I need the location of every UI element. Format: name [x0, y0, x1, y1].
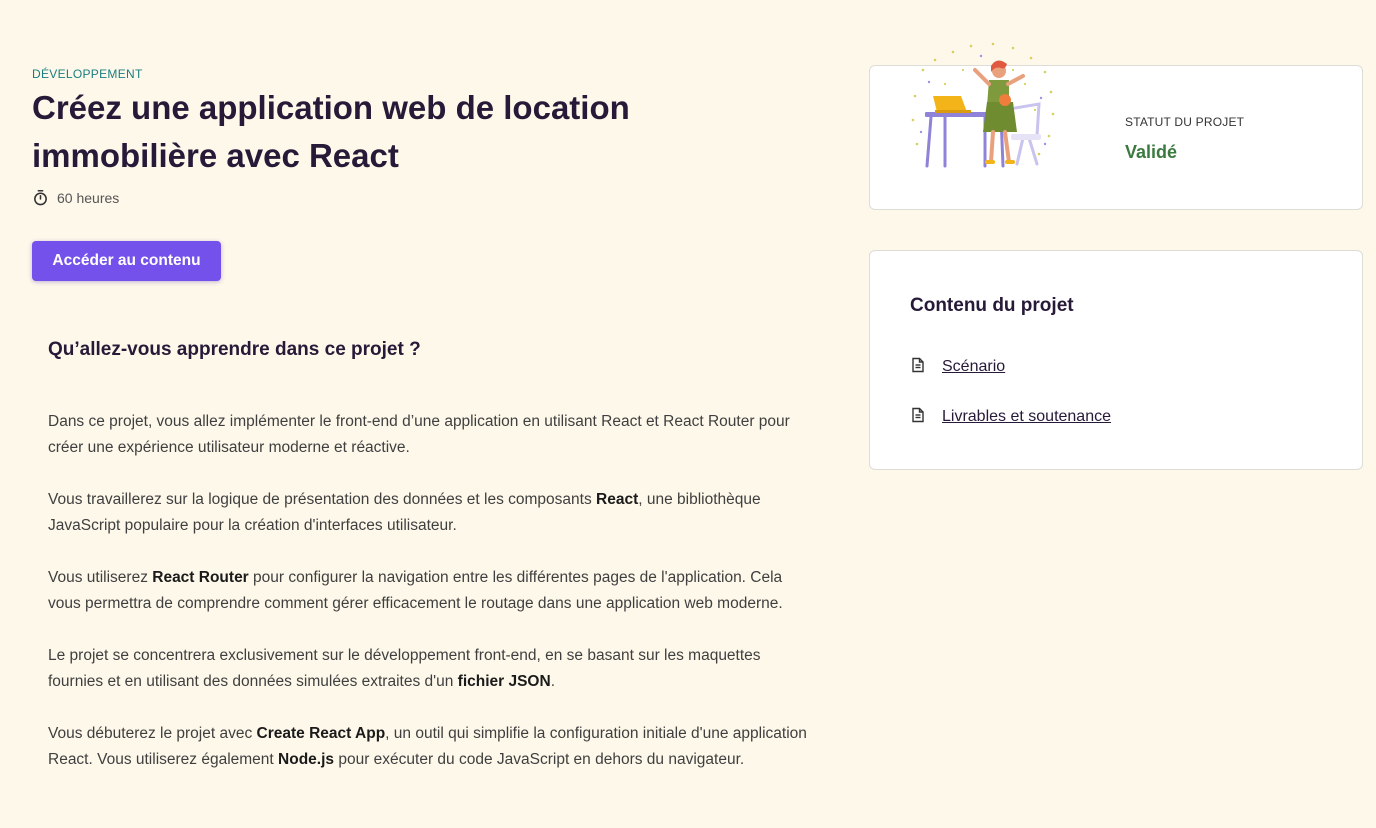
- paragraph-text: Le projet se concentrera exclusivement s…: [48, 647, 761, 690]
- status-value: Validé: [1125, 142, 1178, 162]
- learn-heading: Qu’allez-vous apprendre dans ce projet ?: [48, 339, 421, 360]
- project-content-heading: Contenu du projet: [910, 295, 1074, 316]
- stopwatch-icon: [32, 189, 49, 206]
- description-paragraph: Vous utiliserez React Router pour config…: [48, 565, 808, 617]
- project-content-list: Scénario Livrables et soutenance: [910, 354, 1111, 454]
- paragraph-text: Vous débuterez le projet avec: [48, 725, 257, 742]
- paragraph-text: Vous utiliserez: [48, 569, 153, 586]
- paragraph-text: pour exécuter du code JavaScript en deho…: [334, 751, 745, 768]
- description-paragraph: Vous débuterez le projet avec Create Rea…: [48, 721, 808, 773]
- description-paragraph: Le projet se concentrera exclusivement s…: [48, 643, 808, 695]
- validated-illustration: [911, 42, 1055, 168]
- project-category: DÉVELOPPEMENT: [32, 67, 143, 81]
- emphasized-term: fichier JSON: [457, 673, 551, 690]
- duration-label: 60 heures: [57, 189, 120, 206]
- project-duration: 60 heures: [32, 189, 119, 206]
- status-label: STATUT DU PROJET: [1125, 115, 1245, 129]
- emphasized-term: React: [596, 491, 639, 508]
- content-link-scenario[interactable]: Scénario: [942, 358, 1005, 376]
- document-icon: [910, 357, 926, 378]
- content-link-deliverables[interactable]: Livrables et soutenance: [942, 408, 1111, 426]
- emphasized-term: Create React App: [256, 725, 386, 742]
- content-item-deliverables[interactable]: Livrables et soutenance: [910, 404, 1111, 430]
- content-item-scenario[interactable]: Scénario: [910, 354, 1111, 380]
- access-content-button[interactable]: Accéder au contenu: [32, 241, 221, 281]
- paragraph-text: Vous travaillerez sur la logique de prés…: [48, 491, 597, 508]
- paragraph-text: .: [550, 673, 555, 690]
- description-paragraph: Vous travaillerez sur la logique de prés…: [48, 487, 808, 539]
- emphasized-term: React Router: [152, 569, 249, 586]
- description-paragraph: Dans ce projet, vous allez implémenter l…: [48, 409, 808, 461]
- paragraph-text: Dans ce projet, vous allez implémenter l…: [48, 413, 790, 456]
- emphasized-term: Node.js: [278, 751, 335, 768]
- document-icon: [910, 407, 926, 428]
- page-title: Créez une application web de location im…: [32, 89, 630, 174]
- project-description: Dans ce projet, vous allez implémenter l…: [48, 409, 808, 799]
- project-content-card: Contenu du projet Scénario Livrables et …: [869, 250, 1363, 470]
- project-page: DÉVELOPPEMENT Créez une application web …: [0, 0, 1376, 828]
